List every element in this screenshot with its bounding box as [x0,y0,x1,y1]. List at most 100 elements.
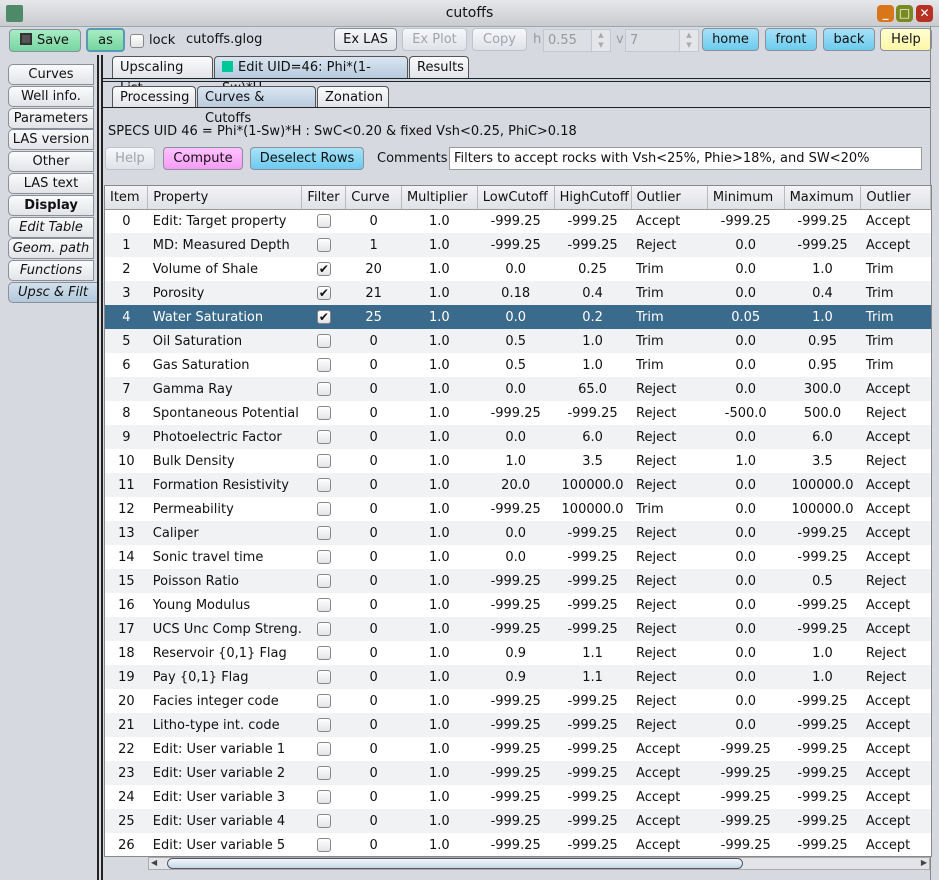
column-header[interactable]: Curve [345,186,402,210]
table-cell[interactable]: Edit: User variable 1 [147,737,302,761]
table-cell[interactable]: Accept [631,209,708,233]
table-cell[interactable]: -999.25 [554,737,632,761]
column-header[interactable]: Outlier [631,186,708,210]
column-header[interactable]: Minimum [707,186,785,210]
table-cell[interactable]: Reject [631,521,708,545]
table-cell[interactable]: 1.1 [554,665,632,689]
table-cell[interactable]: Young Modulus [147,593,302,617]
filter-checkbox[interactable] [316,670,331,684]
table-row[interactable]: 18 Reservoir {0,1} Flag 0 1.0 0.9 1.1 Reject 0.… [105,641,931,665]
close-icon[interactable]: ✕ [916,5,933,22]
table-cell[interactable]: 0 [345,689,402,713]
table-cell[interactable]: 0.5 [477,353,555,377]
table-row[interactable]: 24 Edit: User variable 3 0 1.0 -999.25 -999.2… [105,785,931,809]
table-cell[interactable]: 100000.0 [554,473,632,497]
table-row[interactable]: 17 UCS Unc Comp Streng. 0 1.0 -999.25 -999.25… [105,617,931,641]
table-cell[interactable]: 1.0 [401,257,478,281]
table-cell[interactable]: Accept [860,713,931,737]
table-row[interactable]: 6 Gas Saturation 0 1.0 0.5 1.0 Trim 0.0 0.95 Trim [105,353,931,377]
table-cell[interactable]: -999.25 [554,761,632,785]
table-cell[interactable]: 3 [105,281,148,305]
subtab-zonation[interactable]: Zonation [317,86,389,108]
table-cell[interactable]: 1.0 [401,401,478,425]
table-cell[interactable]: 0 [345,377,402,401]
table-cell[interactable]: Reject [631,377,708,401]
h-spinner-input[interactable]: 0.55 [543,29,592,52]
table-cell[interactable]: 0.0 [707,665,785,689]
table-cell[interactable]: 0.5 [477,329,555,353]
table-cell[interactable]: Accept [860,377,931,401]
table-cell[interactable]: -999.25 [554,569,632,593]
table-row[interactable]: 14 Sonic travel time 0 1.0 0.0 -999.25 Reject 0… [105,545,931,569]
table-cell[interactable]: -999.25 [554,833,632,856]
table-cell[interactable]: 300.0 [784,377,861,401]
table-cell[interactable]: 1.0 [401,617,478,641]
table-cell[interactable]: 0 [345,713,402,737]
table-cell[interactable]: 0 [345,425,402,449]
table-cell[interactable]: Reject [631,713,708,737]
table-cell[interactable]: 0.9 [477,665,555,689]
table-row[interactable]: 16 Young Modulus 0 1.0 -999.25 -999.25 Reject 0… [105,593,931,617]
table-cell[interactable]: 1.0 [401,497,478,521]
table-cell[interactable]: 1.0 [401,665,478,689]
table-cell[interactable]: -500.0 [707,401,785,425]
h-spinner-arrows[interactable]: ▲ ▼ [591,29,611,52]
table-cell[interactable]: Accept [860,617,931,641]
column-header[interactable]: Multiplier [401,186,478,210]
table-cell[interactable]: 0.0 [707,617,785,641]
table-cell[interactable]: 1.0 [401,209,478,233]
table-cell[interactable]: -999.25 [477,737,555,761]
table-row[interactable]: 9 Photoelectric Factor 0 1.0 0.0 6.0 Reject 0.0… [105,425,931,449]
table-cell[interactable]: -999.25 [707,761,785,785]
table-cell[interactable]: 1.0 [401,281,478,305]
table-cell[interactable]: -999.25 [554,689,632,713]
filter-checkbox[interactable] [316,454,331,468]
table-row[interactable]: 10 Bulk Density 0 1.0 1.0 3.5 Reject 1.0 3.5 Reje… [105,449,931,473]
column-header[interactable]: Item [105,186,149,210]
table-row[interactable]: 25 Edit: User variable 4 0 1.0 -999.25 -999.2… [105,809,931,833]
table-cell[interactable]: Trim [631,329,708,353]
table-row[interactable]: 0 Edit: Target property 0 1.0 -999.25 -999.25… [105,209,931,233]
table-cell[interactable]: 1.0 [401,761,478,785]
table-cell[interactable]: 7 [105,377,148,401]
table-cell[interactable]: 0 [345,353,402,377]
table-cell[interactable]: 500.0 [784,401,861,425]
table-cell[interactable]: -999.25 [554,521,632,545]
table-cell[interactable]: 0.18 [477,281,555,305]
table-cell[interactable]: Accept [631,785,708,809]
table-cell[interactable]: 0.0 [707,329,785,353]
table-cell[interactable]: 0 [345,209,402,233]
filter-checkbox[interactable] [316,334,331,348]
table-cell[interactable]: 0.0 [707,545,785,569]
table-cell[interactable]: 0 [345,665,402,689]
table-cell[interactable]: -999.25 [707,785,785,809]
table-cell[interactable]: Accept [860,473,931,497]
table-cell[interactable]: Accept [860,737,931,761]
table-cell[interactable]: 25 [105,809,148,833]
table-cell[interactable]: 3.5 [554,449,632,473]
table-cell[interactable]: Reject [631,233,708,257]
table-cell[interactable]: Reject [631,425,708,449]
table-cell[interactable]: 1.0 [401,569,478,593]
table-cell[interactable]: 0 [345,785,402,809]
table-cell[interactable]: 0.0 [477,305,555,329]
table-cell[interactable]: Reject [631,689,708,713]
table-cell[interactable]: 0.5 [784,569,861,593]
table-cell[interactable]: 2 [105,257,148,281]
table-cell[interactable]: 0 [345,641,402,665]
table-cell[interactable]: Trim [631,353,708,377]
filter-checkbox[interactable] [316,502,331,516]
table-cell[interactable]: 0.0 [477,545,555,569]
table-cell[interactable]: -999.25 [784,689,861,713]
table-cell[interactable]: Water Saturation [147,305,302,329]
table-cell[interactable]: -999.25 [784,593,861,617]
table-cell[interactable]: 6.0 [784,425,861,449]
maximize-icon[interactable]: □ [896,5,913,22]
table-cell[interactable]: -999.25 [477,761,555,785]
table-cell[interactable]: 0 [345,473,402,497]
table-cell[interactable]: Reject [860,665,931,689]
table-cell[interactable]: 1.0 [401,521,478,545]
table-cell[interactable]: 0 [345,401,402,425]
table-cell[interactable]: Poisson Ratio [147,569,302,593]
table-cell[interactable]: 20 [345,257,402,281]
